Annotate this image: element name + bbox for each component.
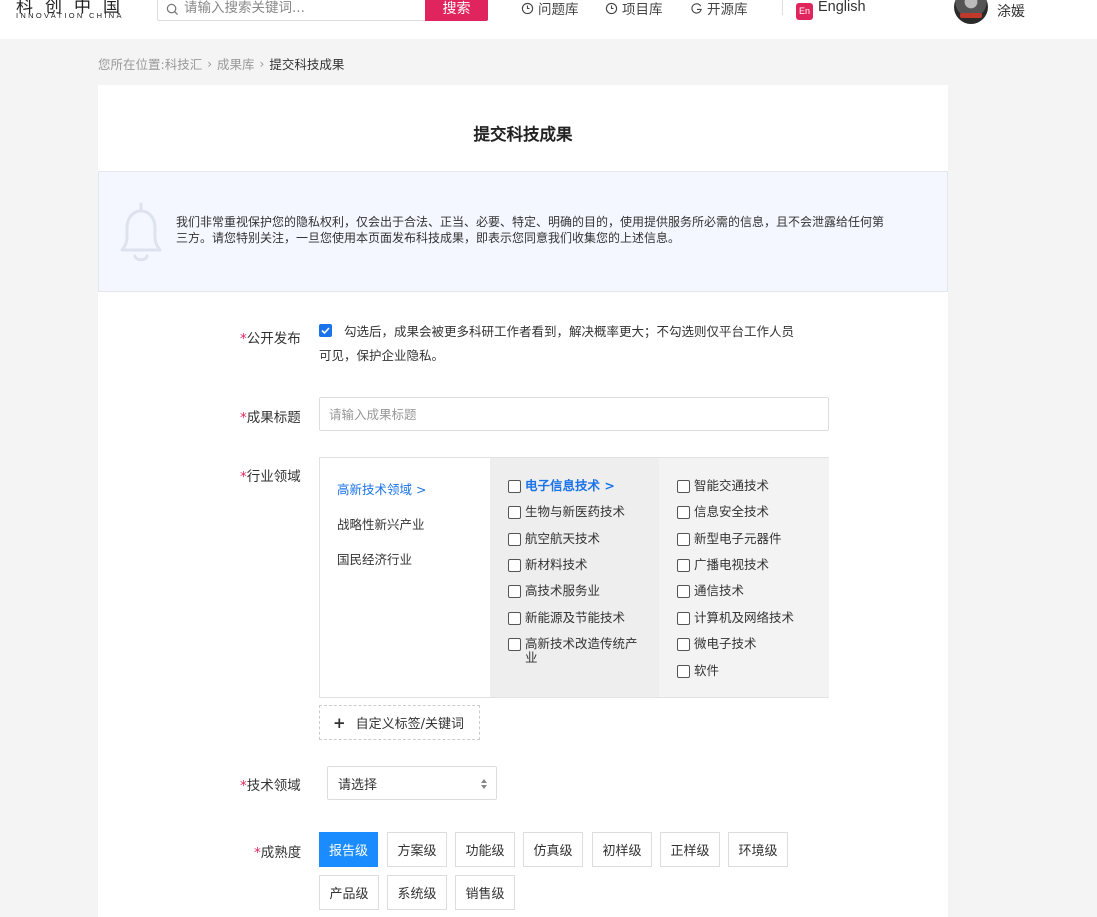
checkbox[interactable]	[508, 559, 521, 572]
industry-option[interactable]: 高技术服务业	[508, 584, 653, 598]
maturity-label: *成熟度	[254, 845, 302, 861]
industry-option[interactable]: 智能交通技术	[677, 479, 822, 493]
public-description: 勾选后，成果会被更多科研工作者看到，解决概率更大；不勾选则仅平台工作人员可见，保…	[319, 324, 795, 363]
language-switch[interactable]: English	[818, 0, 866, 15]
checkbox[interactable]	[508, 533, 521, 546]
checkbox[interactable]	[677, 585, 690, 598]
breadcrumb: 您所在位置:科技汇 › 成果库 › 提交科技成果	[98, 54, 344, 73]
privacy-notice: 我们非常重视保护您的隐私权利，仅会出于合法、正当、必要、特定、明确的目的，使用提…	[98, 171, 948, 292]
industry-option[interactable]: 新能源及节能技术	[508, 611, 653, 625]
avatar[interactable]	[954, 0, 988, 24]
industry-subcategory-list: 电子信息技术 > 生物与新医药技术 航空航天技术 新材料技术 高技术服务业 新能…	[490, 458, 659, 697]
search-input[interactable]	[184, 0, 422, 18]
maturity-option-system[interactable]: 系统级	[387, 875, 447, 910]
industry-option[interactable]: 计算机及网络技术	[677, 611, 822, 625]
breadcrumb-current: 提交科技成果	[269, 57, 345, 72]
clock-icon	[521, 2, 534, 14]
top-header: 科创中国 INNOVATION CHINA 搜索 问题库 项目库 开源库 En …	[0, 0, 1097, 39]
industry-option[interactable]: 通信技术	[677, 584, 822, 598]
language-icon[interactable]: En	[796, 3, 813, 20]
industry-option[interactable]: 广播电视技术	[677, 558, 822, 572]
public-checkbox[interactable]	[319, 324, 332, 337]
search-button[interactable]: 搜索	[425, 0, 488, 21]
title-input[interactable]	[319, 397, 829, 431]
title-label: *成果标题	[240, 410, 301, 426]
user-name[interactable]: 涂媛	[997, 1, 1025, 21]
checkbox[interactable]	[508, 585, 521, 598]
checkbox[interactable]	[677, 559, 690, 572]
maturity-option-simulation[interactable]: 仿真级	[523, 832, 583, 867]
checkbox[interactable]	[677, 480, 690, 493]
maturity-option-prototype[interactable]: 初样级	[592, 832, 652, 867]
checkbox[interactable]	[508, 638, 521, 651]
nav-problem-library[interactable]: 问题库	[521, 0, 579, 18]
search-box	[157, 0, 427, 21]
plus-icon: +	[333, 713, 346, 732]
industry-category-item[interactable]: 国民经济行业	[337, 549, 412, 568]
industry-option[interactable]: 信息安全技术	[677, 505, 822, 519]
privacy-notice-text: 我们非常重视保护您的隐私权利，仅会出于合法、正当、必要、特定、明确的目的，使用提…	[176, 215, 885, 245]
clock-icon	[605, 2, 618, 14]
chevron-right-icon: ›	[259, 56, 265, 71]
checkbox[interactable]	[508, 480, 521, 493]
industry-selector: 高新技术领域 > 战略性新兴产业 国民经济行业 电子信息技术 > 生物与新医药技…	[319, 457, 829, 698]
tech-select[interactable]: 请选择	[327, 766, 497, 800]
checkbox[interactable]	[508, 506, 521, 519]
industry-option[interactable]: 生物与新医药技术	[508, 505, 653, 519]
search-icon	[166, 3, 179, 16]
industry-category-item[interactable]: 战略性新兴产业	[337, 514, 425, 533]
page-title: 提交科技成果	[473, 125, 573, 144]
industry-category-list: 高新技术领域 > 战略性新兴产业 国民经济行业	[320, 458, 490, 697]
checkbox[interactable]	[677, 612, 690, 625]
nav-open-source-library[interactable]: 开源库	[690, 0, 748, 18]
maturity-option-function[interactable]: 功能级	[455, 832, 515, 867]
industry-option[interactable]: 微电子技术	[677, 637, 822, 651]
industry-option[interactable]: 新型电子元器件	[677, 532, 822, 546]
industry-category-item[interactable]: 高新技术领域 >	[337, 479, 426, 498]
industry-option[interactable]: 航空航天技术	[508, 532, 653, 546]
logo-english-text: INNOVATION CHINA	[16, 11, 124, 20]
site-logo[interactable]: 科创中国 INNOVATION CHINA	[16, 0, 126, 22]
custom-tag-button[interactable]: + 自定义标签/关键词	[319, 705, 480, 740]
industry-option[interactable]: 新材料技术	[508, 558, 653, 572]
checkbox[interactable]	[677, 665, 690, 678]
check-icon	[321, 327, 330, 335]
breadcrumb-prefix[interactable]: 您所在位置:科技汇	[98, 54, 202, 73]
tech-select-value: 请选择	[338, 777, 378, 793]
maturity-option-formal-sample[interactable]: 正样级	[660, 832, 720, 867]
checkbox[interactable]	[508, 612, 521, 625]
g-icon	[691, 2, 702, 14]
maturity-option-environment[interactable]: 环境级	[728, 832, 788, 867]
chevron-right-icon: ›	[207, 56, 213, 71]
industry-subcategory-list: 智能交通技术 信息安全技术 新型电子元器件 广播电视技术 通信技术 计算机及网络…	[659, 458, 829, 697]
maturity-option-plan[interactable]: 方案级	[387, 832, 447, 867]
nav-label: 开源库	[707, 2, 748, 18]
industry-label: *行业领域	[240, 469, 301, 485]
custom-tag-label: 自定义标签/关键词	[355, 717, 464, 732]
nav-label: 问题库	[538, 2, 579, 18]
checkbox[interactable]	[677, 533, 690, 546]
industry-option[interactable]: 高新技术改造传统产业	[508, 637, 638, 665]
checkbox[interactable]	[677, 506, 690, 519]
maturity-option-sales[interactable]: 销售级	[455, 875, 515, 910]
industry-option[interactable]: 电子信息技术 >	[508, 479, 653, 493]
submit-form-card: 提交科技成果 我们非常重视保护您的隐私权利，仅会出于合法、正当、必要、特定、明确…	[98, 85, 948, 917]
bell-icon	[120, 202, 162, 262]
public-label: *公开发布	[240, 331, 301, 347]
sort-arrows-icon	[481, 779, 487, 789]
industry-option[interactable]: 软件	[677, 664, 822, 678]
tech-label: *技术领域	[240, 778, 301, 794]
maturity-option-report[interactable]: 报告级	[319, 832, 378, 867]
nav-label: 项目库	[622, 2, 663, 18]
checkbox[interactable]	[677, 638, 690, 651]
nav-project-library[interactable]: 项目库	[605, 0, 663, 18]
maturity-option-product[interactable]: 产品级	[319, 875, 379, 910]
nav-divider	[782, 0, 783, 15]
breadcrumb-item[interactable]: 成果库	[217, 54, 255, 73]
